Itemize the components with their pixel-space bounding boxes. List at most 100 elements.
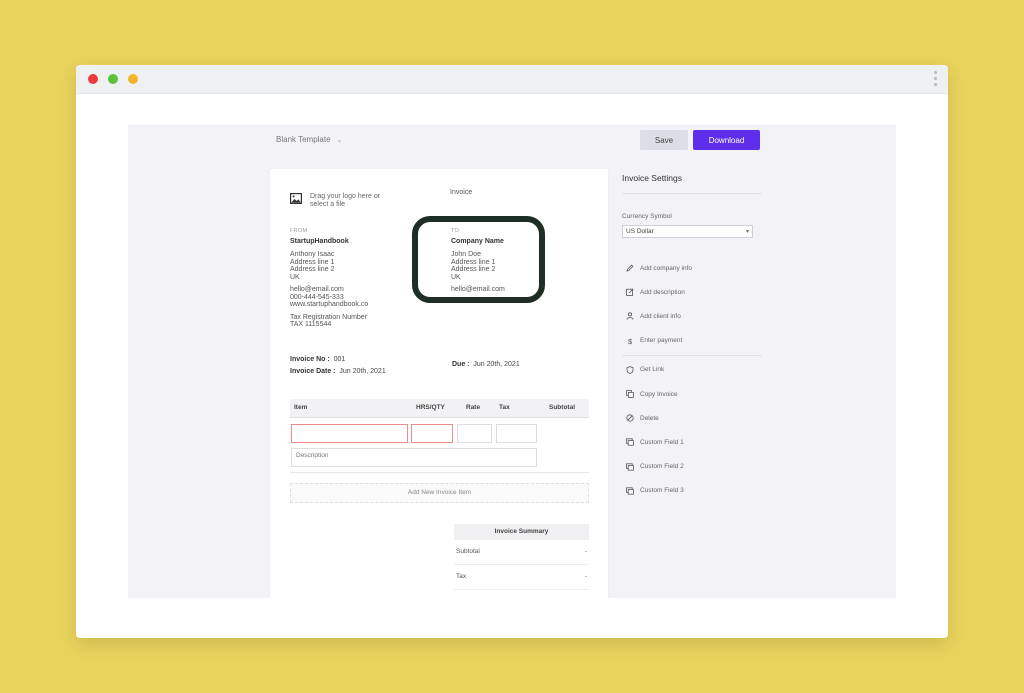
- from-label: FROM: [290, 228, 308, 234]
- to-address-1[interactable]: Address line 1: [451, 259, 561, 267]
- tax-registration-value[interactable]: TAX 1115544: [290, 321, 450, 329]
- edit-box-icon: [626, 288, 634, 297]
- maximize-window-icon[interactable]: [128, 74, 138, 84]
- close-window-icon[interactable]: [88, 74, 98, 84]
- enter-payment-item[interactable]: $ Enter payment: [622, 329, 762, 353]
- from-company[interactable]: StartupHandbook: [290, 238, 450, 245]
- invoice-date-value[interactable]: Jun 20th, 2021: [339, 368, 385, 375]
- menu-item-label: Custom Field 1: [640, 438, 684, 446]
- dollar-icon: $: [628, 337, 633, 345]
- menu-item-label: Enter payment: [640, 337, 683, 345]
- due-date[interactable]: Due : Jun 20th, 2021: [452, 361, 520, 368]
- to-block[interactable]: TO Company Name John Doe Address line 1 …: [451, 228, 561, 294]
- from-phone[interactable]: 000-444-545-333: [290, 294, 450, 302]
- invoice-settings-panel: Invoice Settings Currency Symbol US Doll…: [622, 169, 762, 503]
- due-date-label: Due :: [452, 361, 470, 368]
- user-icon: [626, 312, 634, 321]
- image-icon: [290, 193, 302, 204]
- field-icon: [626, 487, 634, 495]
- chevron-down-icon: ⌄: [336, 136, 343, 144]
- invoice-app: Blank Template ⌄ Save Download Drag your…: [128, 125, 896, 598]
- copy-icon: [626, 390, 634, 398]
- due-date-value[interactable]: Jun 20th, 2021: [473, 361, 519, 368]
- pencil-icon: [626, 264, 634, 272]
- invoice-date[interactable]: Invoice Date : Jun 20th, 2021: [290, 368, 386, 375]
- caret-down-icon: ▾: [745, 229, 749, 235]
- add-company-info-item[interactable]: Add company info: [622, 256, 762, 280]
- invoice-settings-title: Invoice Settings: [622, 169, 762, 194]
- from-country[interactable]: UK: [290, 274, 450, 282]
- summary-value: -: [584, 573, 587, 580]
- menu-item-label: Custom Field 2: [640, 463, 684, 471]
- minimize-window-icon[interactable]: [108, 74, 118, 84]
- column-item: Item: [294, 404, 308, 411]
- items-table-header: Item HRS/QTY Rate Tax Subtotal: [290, 399, 589, 418]
- column-hrs-qty: HRS/QTY: [416, 404, 445, 411]
- svg-text:$: $: [628, 337, 633, 345]
- delete-item[interactable]: Delete: [622, 406, 762, 430]
- download-button[interactable]: Download: [693, 130, 760, 150]
- ban-icon: [626, 414, 634, 422]
- field-icon: [626, 462, 634, 471]
- to-company[interactable]: Company Name: [451, 238, 561, 245]
- invoice-number[interactable]: Invoice No : 001: [290, 356, 345, 363]
- settings-menu: Add company info Add description Add cli…: [622, 256, 762, 503]
- template-select[interactable]: Blank Template ⌄: [276, 135, 342, 144]
- add-description-item[interactable]: Add description: [622, 280, 762, 304]
- custom-field-2-item[interactable]: Custom Field 2: [622, 455, 762, 479]
- add-invoice-item-button[interactable]: Add New Invoice Item: [290, 483, 589, 503]
- menu-item-label: Get Link: [640, 366, 665, 374]
- shield-icon: [626, 366, 634, 374]
- item-name-input[interactable]: [291, 424, 408, 443]
- invoice-summary: Invoice Summary Subtotal - Tax -: [454, 524, 589, 590]
- menu-item-label: Add description: [640, 288, 685, 296]
- rate-input[interactable]: [457, 424, 492, 443]
- to-country[interactable]: UK: [451, 274, 561, 282]
- from-block[interactable]: FROM StartupHandbook Anthony Isaac Addre…: [290, 228, 450, 329]
- save-button[interactable]: Save: [640, 130, 688, 150]
- invoice-title[interactable]: Invoice: [450, 189, 472, 196]
- currency-symbol-label: Currency Symbol: [622, 213, 672, 220]
- from-address-1[interactable]: Address line 1: [290, 259, 450, 267]
- menu-item-label: Add client info: [640, 312, 681, 320]
- custom-field-3-item[interactable]: Custom Field 3: [622, 479, 762, 503]
- get-link-item[interactable]: Get Link: [622, 358, 762, 382]
- invoice-number-value[interactable]: 001: [334, 356, 346, 363]
- invoice-date-label: Invoice Date :: [290, 368, 336, 375]
- from-email[interactable]: hello@email.com: [290, 286, 450, 294]
- to-address-2[interactable]: Address line 2: [451, 266, 561, 274]
- custom-field-1-item[interactable]: Custom Field 1: [622, 430, 762, 454]
- invoice-number-label: Invoice No :: [290, 356, 330, 363]
- menu-item-label: Copy Invoice: [640, 390, 678, 398]
- browser-window: Blank Template ⌄ Save Download Drag your…: [76, 65, 948, 638]
- logo-dropzone[interactable]: Drag your logo here or select a file: [290, 193, 390, 209]
- to-label: TO: [451, 228, 460, 234]
- summary-row-tax: Tax -: [454, 565, 589, 590]
- description-input[interactable]: [291, 448, 537, 467]
- column-tax: Tax: [499, 404, 510, 411]
- column-subtotal: Subtotal: [549, 404, 575, 411]
- title-bar: [76, 65, 948, 94]
- from-website[interactable]: www.startuphandbook.co: [290, 301, 450, 309]
- menu-item-label: Custom Field 3: [640, 487, 684, 495]
- add-client-info-item[interactable]: Add client info: [622, 304, 762, 328]
- qty-input[interactable]: [411, 424, 453, 443]
- summary-value: -: [584, 548, 587, 555]
- from-name[interactable]: Anthony Isaac: [290, 251, 450, 259]
- to-name[interactable]: John Doe: [451, 251, 561, 259]
- copy-invoice-item[interactable]: Copy Invoice: [622, 382, 762, 406]
- currency-select-value: US Dollar: [626, 228, 654, 235]
- more-options-icon[interactable]: [934, 71, 938, 87]
- from-address-2[interactable]: Address line 2: [290, 266, 450, 274]
- field-icon: [626, 438, 634, 447]
- tax-input[interactable]: [496, 424, 537, 443]
- menu-divider: [622, 354, 762, 356]
- template-select-label: Blank Template: [276, 135, 331, 144]
- column-rate: Rate: [466, 404, 481, 411]
- summary-row-subtotal: Subtotal -: [454, 540, 589, 565]
- row-divider: [290, 472, 589, 473]
- menu-item-label: Delete: [640, 414, 659, 422]
- menu-item-label: Add company info: [640, 264, 693, 272]
- currency-select[interactable]: US Dollar ▾: [622, 225, 753, 238]
- to-email[interactable]: hello@email.com: [451, 286, 561, 294]
